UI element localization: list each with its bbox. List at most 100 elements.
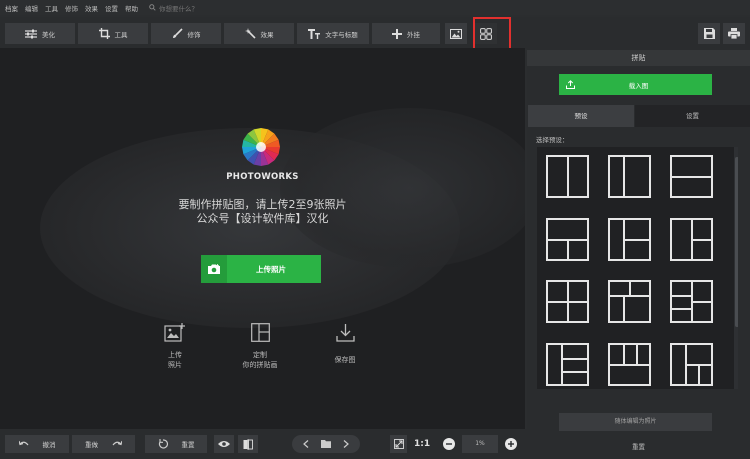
- menu-effects[interactable]: 效果: [85, 3, 98, 13]
- panel-tabs: 预设 设置: [527, 105, 750, 127]
- preset-tile[interactable]: [546, 218, 589, 261]
- zoom-in-icon[interactable]: [505, 438, 517, 450]
- tab-label: 文字与标题: [325, 30, 358, 39]
- brush-icon: [172, 28, 183, 38]
- tab-label: 修饰: [187, 30, 201, 39]
- step-upload: 上传 照片: [150, 323, 200, 370]
- preset-tile[interactable]: [546, 155, 589, 198]
- image-icon: [450, 28, 462, 39]
- step-upload-line1: 上传: [168, 351, 182, 359]
- reset-button[interactable]: 重置: [145, 435, 207, 453]
- load-image-label: 载入图: [628, 81, 649, 90]
- eye-icon: [218, 441, 230, 447]
- folder-icon[interactable]: [321, 440, 331, 448]
- preset-tile[interactable]: [546, 280, 589, 323]
- step-customize-line2: 你的拼贴画: [242, 361, 278, 369]
- upload-photos-label: 上传照片: [256, 264, 286, 274]
- preset-tile[interactable]: [608, 218, 651, 261]
- preview-button[interactable]: [214, 435, 234, 453]
- compare-button[interactable]: [238, 435, 258, 453]
- zoom-out-icon[interactable]: [443, 438, 455, 450]
- preset-tile[interactable]: [670, 280, 713, 323]
- search-box[interactable]: 你想要什么？: [149, 3, 198, 13]
- download-icon: [335, 324, 355, 342]
- redo-label: 重做: [85, 441, 98, 449]
- menu-help[interactable]: 帮助: [125, 3, 138, 13]
- menu-bar: 档案 编辑 工具 修饰 效果 设置 帮助 你想要什么？: [0, 0, 750, 15]
- background-texture: [280, 108, 525, 268]
- tab-effects[interactable]: 效果: [224, 23, 294, 44]
- reset-icon: [158, 439, 168, 449]
- preset-grid: [537, 147, 738, 389]
- tab-text[interactable]: 文字与标题: [297, 23, 369, 44]
- tab-plugins[interactable]: 外挂: [372, 23, 440, 44]
- menu-file[interactable]: 档案: [5, 3, 18, 13]
- fit-screen-button[interactable]: [390, 435, 407, 453]
- print-icon: [728, 28, 740, 39]
- collage-panel: 拼贴 载入图 预设 设置 选择预设： 随体编辑为照片 重置: [527, 48, 750, 459]
- zoom-ratio-button[interactable]: 1:1: [414, 435, 430, 453]
- upload-photos-button[interactable]: 上传照片: [201, 255, 321, 283]
- bottom-toolbar: 撤消 重做 重置 1:1 1%: [0, 429, 527, 459]
- image-view-button[interactable]: [445, 23, 467, 44]
- main-toolbar: 美化 工具 修饰 效果 文字与标题 外挂: [0, 17, 750, 49]
- crop-icon: [98, 28, 110, 39]
- tab-tools[interactable]: 工具: [78, 23, 148, 44]
- print-button[interactable]: [723, 23, 745, 44]
- step-customize: 定制 你的拼贴画: [228, 323, 292, 370]
- preset-tile[interactable]: [608, 280, 651, 323]
- instruction-line-2: 公众号【设计软件库】汉化: [196, 212, 329, 225]
- sliders-icon: [25, 29, 37, 38]
- preset-scrollbar[interactable]: [734, 147, 738, 389]
- tab-label: 美化: [42, 30, 55, 39]
- panel-title: 拼贴: [527, 50, 750, 66]
- plus-icon: [392, 28, 402, 39]
- fit-screen-icon: [393, 439, 404, 449]
- camera-icon: [201, 255, 227, 283]
- menu-retouch[interactable]: 修饰: [65, 3, 78, 13]
- upload-icon: [559, 80, 581, 89]
- reset-label: 重置: [181, 441, 195, 449]
- tab-label: 效果: [260, 30, 274, 39]
- save-button[interactable]: [698, 23, 720, 44]
- edit-as-photo-button[interactable]: 随体编辑为照片: [559, 413, 712, 431]
- save-icon: [703, 28, 715, 39]
- preset-tile[interactable]: [608, 155, 651, 198]
- photoworks-logo-icon: [242, 128, 280, 166]
- preset-tile[interactable]: [546, 343, 589, 386]
- reset-link[interactable]: 重置: [527, 441, 750, 451]
- redo-icon: [112, 440, 122, 446]
- menu-tools[interactable]: 工具: [45, 3, 58, 13]
- scrollbar-thumb[interactable]: [735, 157, 738, 327]
- magic-wand-icon: [244, 28, 256, 39]
- tab-settings[interactable]: 设置: [635, 105, 750, 127]
- tab-retouch[interactable]: 修饰: [151, 23, 221, 44]
- undo-button[interactable]: 撤消: [5, 435, 69, 453]
- add-photo-icon: [164, 323, 185, 342]
- chevron-right-icon[interactable]: [343, 440, 349, 448]
- preset-tile[interactable]: [670, 218, 713, 261]
- text-icon: [308, 28, 321, 39]
- file-navigator: [292, 435, 360, 453]
- layout-icon: [250, 323, 270, 342]
- compare-icon: [243, 438, 253, 450]
- redo-button[interactable]: 重做: [72, 435, 135, 453]
- tab-label: 工具: [114, 30, 128, 39]
- search-icon: [149, 4, 156, 11]
- load-image-button[interactable]: 载入图: [559, 74, 712, 95]
- zoom-value[interactable]: 1%: [462, 435, 498, 453]
- preset-tile[interactable]: [670, 155, 713, 198]
- preset-label: 选择预设：: [536, 136, 569, 144]
- search-placeholder: 你想要什么？: [159, 4, 198, 13]
- menu-edit[interactable]: 编辑: [25, 3, 38, 13]
- undo-label: 撤消: [42, 441, 56, 449]
- tab-enhance[interactable]: 美化: [5, 23, 75, 44]
- tab-label: 外挂: [407, 30, 420, 39]
- tab-presets[interactable]: 预设: [528, 105, 634, 127]
- menu-settings[interactable]: 设置: [105, 3, 118, 13]
- preset-tile[interactable]: [608, 343, 651, 386]
- step-upload-line2: 照片: [168, 361, 182, 369]
- chevron-left-icon[interactable]: [303, 440, 309, 448]
- preset-tile[interactable]: [670, 343, 713, 386]
- step-save-line1: 保存图: [334, 356, 356, 364]
